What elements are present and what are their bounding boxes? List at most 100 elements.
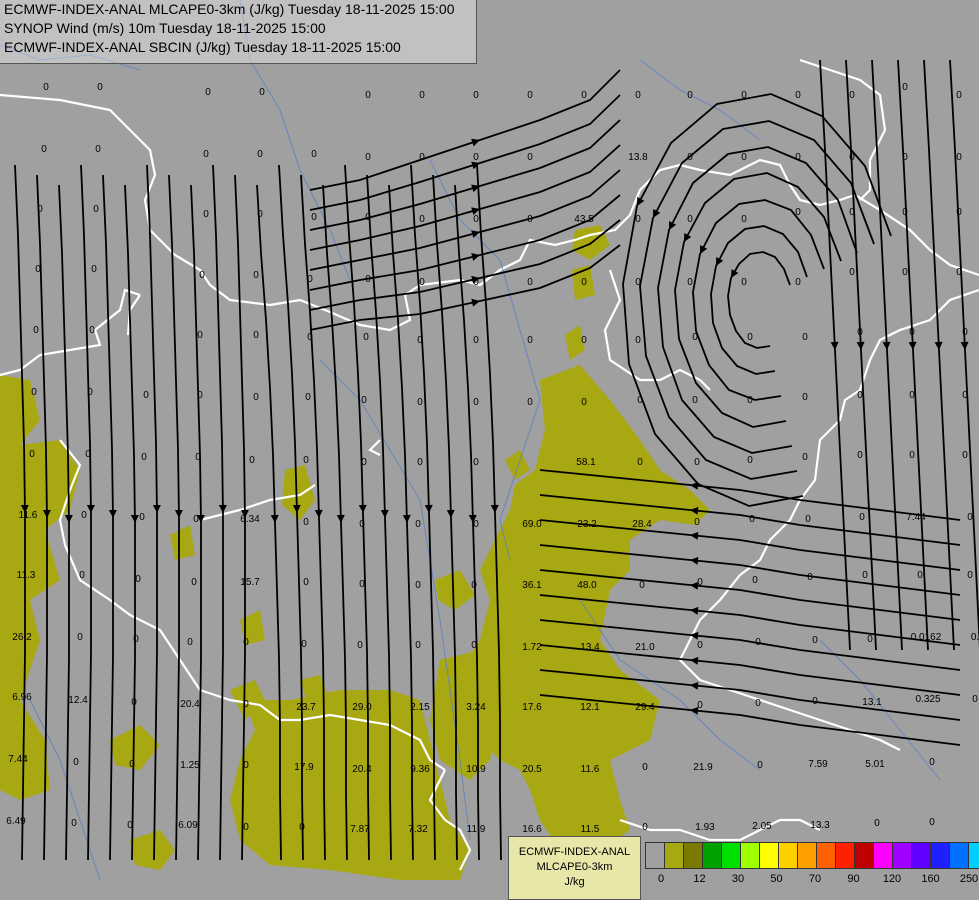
cape-value: 0: [253, 270, 259, 281]
legend-swatch: [760, 843, 779, 868]
cape-value: 0: [311, 212, 317, 223]
cape-value: 0: [253, 392, 259, 403]
legend-unit: J/kg: [564, 876, 585, 888]
cape-value: 0: [902, 82, 908, 93]
cape-value: 43.5: [574, 214, 594, 225]
cape-value: 0: [639, 580, 645, 591]
cape-value: 0: [642, 762, 648, 773]
cape-value: 0: [752, 575, 758, 586]
cape-value: 0: [243, 637, 249, 648]
legend-tick-labels: 01230507090120160250400: [645, 873, 978, 889]
cape-value: 6.09: [178, 820, 198, 831]
cape-value: 0: [527, 335, 533, 346]
cape-value: 0: [635, 277, 641, 288]
cape-value: 0: [473, 214, 479, 225]
legend-tick: 12: [693, 873, 706, 885]
cape-value: 0: [972, 694, 978, 705]
cape-value: 0: [41, 144, 47, 155]
cape-value: 0: [257, 209, 263, 220]
cape-value: 0: [135, 574, 141, 585]
cape-value: 0: [747, 395, 753, 406]
cape-value: 0: [415, 580, 421, 591]
legend-swatch: [779, 843, 798, 868]
legend-swatch: [874, 843, 893, 868]
cape-value: 10.9: [466, 764, 486, 775]
cape-value: 58.1: [576, 457, 596, 468]
cape-value: 11.9: [467, 824, 486, 835]
cape-value: 0: [697, 577, 703, 588]
cape-value: 0: [687, 214, 693, 225]
cape-value: 0: [95, 144, 101, 155]
legend-title-line2: MLCAPE0-3km: [536, 861, 613, 873]
cape-value: 0: [902, 152, 908, 163]
cape-value: 0: [71, 818, 77, 829]
cape-value: 0: [77, 632, 83, 643]
cape-value: 0: [473, 335, 479, 346]
cape-value: 0: [527, 90, 533, 101]
cape-value: 0: [415, 640, 421, 651]
cape-value: 0: [359, 519, 365, 530]
cape-value: 11.6: [19, 510, 38, 521]
cape-value: 0: [365, 274, 371, 285]
cape-value: 0.: [971, 632, 979, 643]
cape-value: 0: [581, 277, 587, 288]
legend-swatch: [684, 843, 703, 868]
cape-value: 0: [473, 397, 479, 408]
cape-value: 0: [257, 149, 263, 160]
cape-value: 0: [909, 390, 915, 401]
cape-value: 0: [692, 395, 698, 406]
cape-value: 0: [635, 335, 641, 346]
cape-value: 3.24: [466, 702, 486, 713]
cape-value: 0: [692, 332, 698, 343]
cape-value: 0: [417, 397, 423, 408]
legend-swatch: [931, 843, 950, 868]
cape-value: 0: [87, 387, 93, 398]
cape-value: 0: [849, 152, 855, 163]
cape-value: 0: [361, 457, 367, 468]
cape-value: 0: [141, 452, 147, 463]
legend-title: ECMWF-INDEX-ANAL MLCAPE0-3km J/kg: [508, 836, 641, 900]
cape-value: 13.4: [580, 642, 600, 653]
cape-value: 0: [93, 204, 99, 215]
legend-tick: 0: [657, 873, 665, 885]
cape-value: 0: [857, 327, 863, 338]
legend-swatch: [893, 843, 912, 868]
cape-value: 0: [956, 207, 962, 218]
cape-value: 6.96: [12, 692, 32, 703]
cape-value: 15.7: [240, 577, 260, 588]
cape-value: 16.6: [522, 824, 542, 835]
cape-value: 0: [812, 696, 818, 707]
cape-value: 29.0: [352, 702, 372, 713]
cape-value: 0: [187, 637, 193, 648]
cape-value: 0: [962, 390, 968, 401]
cape-value: 7.32: [408, 824, 428, 835]
cape-value: 12.1: [580, 702, 600, 713]
cape-value: 21.0: [635, 642, 655, 653]
cape-value: 0: [37, 204, 43, 215]
legend-swatch: [646, 843, 665, 868]
legend-swatch: [798, 843, 817, 868]
header-line-cin: ECMWF-INDEX-ANAL SBCIN (J/kg) Tuesday 18…: [4, 39, 401, 55]
cape-value: 69.0: [522, 519, 542, 530]
cape-value: 0: [755, 698, 761, 709]
cape-value: 0: [363, 332, 369, 343]
cape-value: 26.2: [12, 632, 32, 643]
cape-value: 0: [741, 90, 747, 101]
cape-value: 0.325: [915, 694, 940, 705]
cape-value: 0: [902, 207, 908, 218]
cape-value: 0: [473, 457, 479, 468]
cape-value: 0: [307, 332, 313, 343]
cape-value: 11.6: [581, 764, 600, 775]
cape-value: 0: [527, 214, 533, 225]
cape-value: 0: [962, 450, 968, 461]
cape-value: 9.36: [410, 764, 430, 775]
cape-value: 0: [757, 760, 763, 771]
cape-value: 0: [967, 570, 973, 581]
cape-value: 0: [862, 570, 868, 581]
cape-value: 0: [91, 264, 97, 275]
cape-value: 0: [259, 87, 265, 98]
cape-value: 0: [303, 455, 309, 466]
cape-value: 0: [357, 640, 363, 651]
cape-value: 0: [473, 90, 479, 101]
cape-value: 0: [203, 149, 209, 160]
